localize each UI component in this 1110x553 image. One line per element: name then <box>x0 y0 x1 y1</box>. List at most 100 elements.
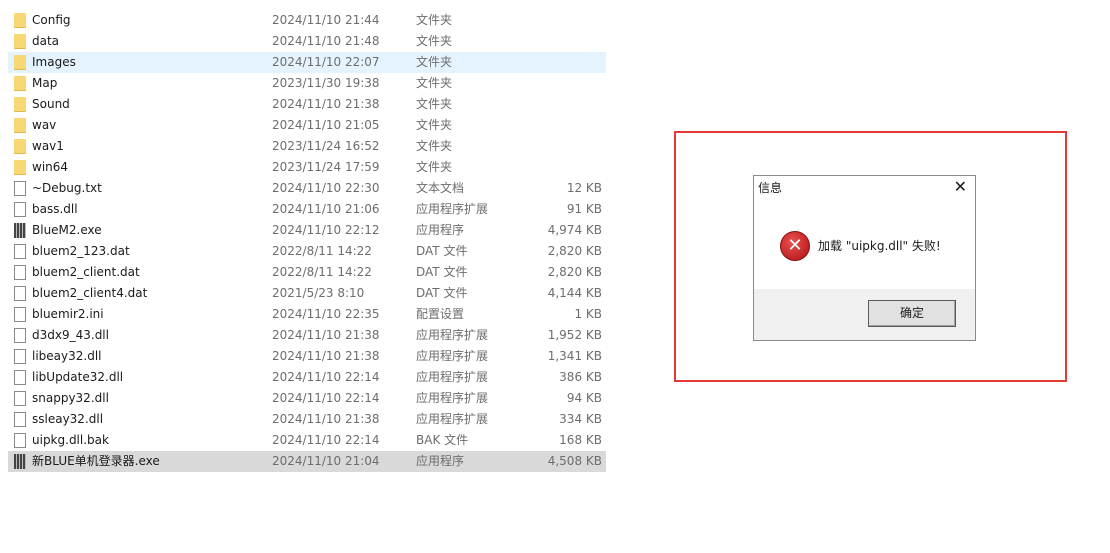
file-size: 4,508 KB <box>547 454 602 468</box>
ini-file-icon <box>14 307 26 322</box>
file-name: wav1 <box>32 139 64 153</box>
file-type: 应用程序扩展 <box>416 349 489 363</box>
file-size: 4,144 KB <box>547 286 602 300</box>
folder-icon <box>14 139 26 154</box>
file-name: Config <box>32 13 71 27</box>
file-row[interactable]: wav1 2023/11/24 16:52 文件夹 <box>8 136 606 157</box>
file-name: wav <box>32 118 57 132</box>
file-list: Config 2024/11/10 21:44 文件夹 data 2024/11… <box>8 10 606 472</box>
file-row[interactable]: libUpdate32.dll 2024/11/10 22:14 应用程序扩展 … <box>8 367 606 388</box>
file-type: 文件夹 <box>416 34 453 48</box>
file-type: DAT 文件 <box>416 265 468 279</box>
folder-icon <box>14 118 26 133</box>
file-date: 2024/11/10 21:05 <box>272 118 380 132</box>
file-type: 文本文档 <box>416 181 465 195</box>
dll-file-icon <box>14 391 26 406</box>
file-name: bluem2_123.dat <box>32 244 130 258</box>
file-date: 2022/8/11 14:22 <box>272 265 372 279</box>
file-date: 2024/11/10 21:38 <box>272 412 380 426</box>
file-row[interactable]: snappy32.dll 2024/11/10 22:14 应用程序扩展 94 … <box>8 388 606 409</box>
file-row[interactable]: ssleay32.dll 2024/11/10 21:38 应用程序扩展 334… <box>8 409 606 430</box>
file-icon <box>14 286 26 301</box>
file-row[interactable]: BlueM2.exe 2024/11/10 22:12 应用程序 4,974 K… <box>8 220 606 241</box>
dll-file-icon <box>14 328 26 343</box>
folder-icon <box>14 55 26 70</box>
file-size: 1,952 KB <box>547 328 602 342</box>
file-date: 2024/11/10 21:38 <box>272 349 380 363</box>
dll-file-icon <box>14 412 26 427</box>
file-row[interactable]: bluem2_client.dat 2022/8/11 14:22 DAT 文件… <box>8 262 606 283</box>
file-row[interactable]: ~Debug.txt 2024/11/10 22:30 文本文档 12 KB <box>8 178 606 199</box>
file-size: 4,974 KB <box>547 223 602 237</box>
file-row[interactable]: Map 2023/11/30 19:38 文件夹 <box>8 73 606 94</box>
file-name: Sound <box>32 97 70 111</box>
exe-icon <box>14 454 26 469</box>
file-type: 应用程序扩展 <box>416 412 489 426</box>
file-size: 2,820 KB <box>547 265 602 279</box>
dialog-title: 信息 <box>758 181 783 195</box>
dll-file-icon <box>14 349 26 364</box>
file-date: 2023/11/24 17:59 <box>272 160 380 174</box>
file-date: 2024/11/10 22:07 <box>272 55 380 69</box>
file-type: BAK 文件 <box>416 433 469 447</box>
file-row[interactable]: uipkg.dll.bak 2024/11/10 22:14 BAK 文件 16… <box>8 430 606 451</box>
file-name: 新BLUE单机登录器.exe <box>32 454 160 468</box>
file-row[interactable]: wav 2024/11/10 21:05 文件夹 <box>8 115 606 136</box>
file-row[interactable]: data 2024/11/10 21:48 文件夹 <box>8 31 606 52</box>
file-name: snappy32.dll <box>32 391 109 405</box>
file-type: 文件夹 <box>416 13 453 27</box>
file-name: libeay32.dll <box>32 349 102 363</box>
file-type: 应用程序扩展 <box>416 202 489 216</box>
file-row[interactable]: bass.dll 2024/11/10 21:06 应用程序扩展 91 KB <box>8 199 606 220</box>
file-date: 2024/11/10 22:30 <box>272 181 380 195</box>
file-type: 文件夹 <box>416 97 453 111</box>
file-name: ssleay32.dll <box>32 412 104 426</box>
file-type: 配置设置 <box>416 307 465 321</box>
folder-icon <box>14 97 26 112</box>
file-size: 1,341 KB <box>547 349 602 363</box>
file-size: 12 KB <box>566 181 602 195</box>
file-date: 2021/5/23 8:10 <box>272 286 365 300</box>
folder-icon <box>14 34 26 49</box>
file-date: 2024/11/10 22:35 <box>272 307 380 321</box>
file-name: d3dx9_43.dll <box>32 328 109 342</box>
folder-icon <box>14 160 26 175</box>
exe-icon <box>14 223 26 238</box>
file-row[interactable]: Config 2024/11/10 21:44 文件夹 <box>8 10 606 31</box>
file-name: bluemir2.ini <box>32 307 104 321</box>
close-icon[interactable]: ✕ <box>954 177 967 196</box>
file-row[interactable]: d3dx9_43.dll 2024/11/10 21:38 应用程序扩展 1,9… <box>8 325 606 346</box>
dialog-message: 加载 "uipkg.dll" 失败! <box>818 239 941 253</box>
file-row[interactable]: libeay32.dll 2024/11/10 21:38 应用程序扩展 1,3… <box>8 346 606 367</box>
file-size: 2,820 KB <box>547 244 602 258</box>
file-type: 应用程序 <box>416 223 465 237</box>
file-type: 文件夹 <box>416 160 453 174</box>
file-row[interactable]: bluem2_client4.dat 2021/5/23 8:10 DAT 文件… <box>8 283 606 304</box>
file-type: 应用程序扩展 <box>416 370 489 384</box>
file-type: DAT 文件 <box>416 244 468 258</box>
folder-icon <box>14 13 26 28</box>
file-row[interactable]: Images 2024/11/10 22:07 文件夹 <box>8 52 606 73</box>
file-row[interactable]: bluemir2.ini 2024/11/10 22:35 配置设置 1 KB <box>8 304 606 325</box>
file-icon <box>14 265 26 280</box>
file-row[interactable]: Sound 2024/11/10 21:38 文件夹 <box>8 94 606 115</box>
file-type: 应用程序扩展 <box>416 328 489 342</box>
file-row[interactable]: 新BLUE单机登录器.exe 2024/11/10 21:04 应用程序 4,5… <box>8 451 606 472</box>
file-date: 2024/11/10 21:38 <box>272 328 380 342</box>
file-row[interactable]: bluem2_123.dat 2022/8/11 14:22 DAT 文件 2,… <box>8 241 606 262</box>
file-date: 2023/11/30 19:38 <box>272 76 380 90</box>
ok-button[interactable]: 确定 <box>868 300 956 327</box>
file-size: 94 KB <box>566 391 602 405</box>
file-type: 应用程序 <box>416 454 465 468</box>
file-name: uipkg.dll.bak <box>32 433 109 447</box>
file-type: 应用程序扩展 <box>416 391 489 405</box>
file-date: 2024/11/10 22:14 <box>272 370 380 384</box>
file-date: 2024/11/10 21:44 <box>272 13 380 27</box>
file-type: DAT 文件 <box>416 286 468 300</box>
file-size: 334 KB <box>559 412 602 426</box>
file-row[interactable]: win64 2023/11/24 17:59 文件夹 <box>8 157 606 178</box>
file-size: 168 KB <box>559 433 602 447</box>
file-type: 文件夹 <box>416 55 453 69</box>
file-icon <box>14 244 26 259</box>
file-name: bluem2_client4.dat <box>32 286 148 300</box>
